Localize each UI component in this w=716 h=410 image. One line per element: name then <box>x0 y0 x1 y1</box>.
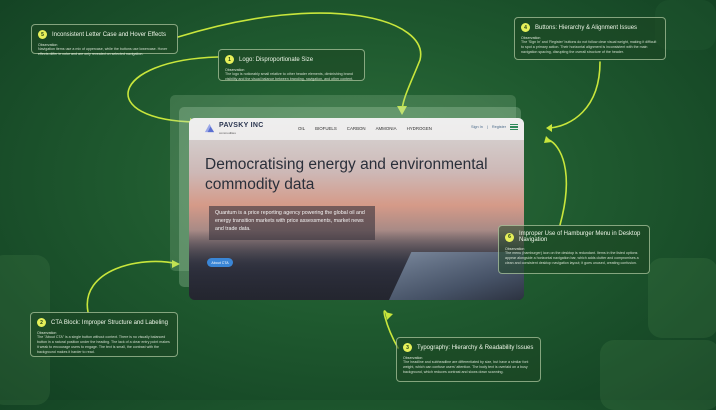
badge-2: 2 <box>37 318 46 327</box>
callout-2: 2 CTA Block: Improper Structure and Labe… <box>30 312 178 357</box>
callout-4: 4 Buttons: Hierarchy & Alignment Issues … <box>514 17 666 60</box>
badge-6: 6 <box>505 232 514 242</box>
logo-text[interactable]: PAVSKY INC <box>219 122 264 129</box>
callout-3: 3 Typography: Hierarchy & Readability Is… <box>396 337 541 382</box>
badge-3: 3 <box>403 343 412 352</box>
hero-body-text: Quantum is a price reporting agency powe… <box>209 206 375 240</box>
callout-title: Buttons: Hierarchy & Alignment Issues <box>535 24 638 31</box>
badge-1: 1 <box>225 55 234 64</box>
nav-item-oil[interactable]: OIL <box>298 126 305 131</box>
callout-body: The menu (hamburger) icon on the desktop… <box>505 251 639 265</box>
register-button[interactable]: Register <box>492 125 506 129</box>
hero-headline: Democratising energy and environmental c… <box>205 156 488 193</box>
callout-title: Typography: Hierarchy & Readability Issu… <box>417 344 534 351</box>
callout-title: Logo: Disproportionate Size <box>239 56 314 63</box>
header-actions: Sign In | Register <box>471 124 518 130</box>
arrow-2 <box>86 260 179 313</box>
badge-4: 4 <box>521 23 530 32</box>
arrow-6 <box>548 139 568 226</box>
callout-body: The "About CTA" is a single button witho… <box>37 335 170 354</box>
nav-item-ammonia[interactable]: AMMONIA <box>376 126 397 131</box>
nav-item-hydrogen[interactable]: HYDROGEN <box>407 126 432 131</box>
website-preview: PAVSKY INC commodities OIL BIOFUELS CARB… <box>189 118 524 300</box>
callout-5: 5 Inconsistent Letter Case and Hover Eff… <box>31 24 178 56</box>
callout-body: The logo is noticeably small relative to… <box>225 72 354 81</box>
callout-title: Improper Use of Hamburger Menu in Deskto… <box>519 231 641 243</box>
callout-1: 1 Logo: Disproportionate Size Observatio… <box>218 49 365 81</box>
badge-5: 5 <box>38 30 47 39</box>
hamburger-menu-icon[interactable] <box>510 124 518 130</box>
nav-item-carbon[interactable]: CARBON <box>347 126 366 131</box>
divider: | <box>486 125 488 129</box>
logo-icon[interactable] <box>204 123 215 134</box>
site-header: PAVSKY INC commodities OIL BIOFUELS CARB… <box>189 118 524 140</box>
callout-title: Inconsistent Letter Case and Hover Effec… <box>52 31 166 38</box>
callout-body: The 'Sign In' and 'Register' buttons do … <box>521 40 657 54</box>
arrow-4 <box>549 61 601 129</box>
callout-6: 6 Improper Use of Hamburger Menu in Desk… <box>498 225 650 274</box>
nav-item-biofuels[interactable]: BIOFUELS <box>315 126 337 131</box>
signin-button[interactable]: Sign In <box>471 125 483 129</box>
logo-subtitle: commodities <box>219 131 236 135</box>
callout-body: The headline and subheadline are differe… <box>403 360 529 374</box>
main-nav: OIL BIOFUELS CARBON AMMONIA HYDROGEN <box>298 126 432 131</box>
cta-button[interactable]: About CTA <box>207 258 233 267</box>
callout-title: CTA Block: Improper Structure and Labeli… <box>51 319 168 326</box>
callout-body: Navigation items use a mix of uppercase,… <box>38 47 168 56</box>
